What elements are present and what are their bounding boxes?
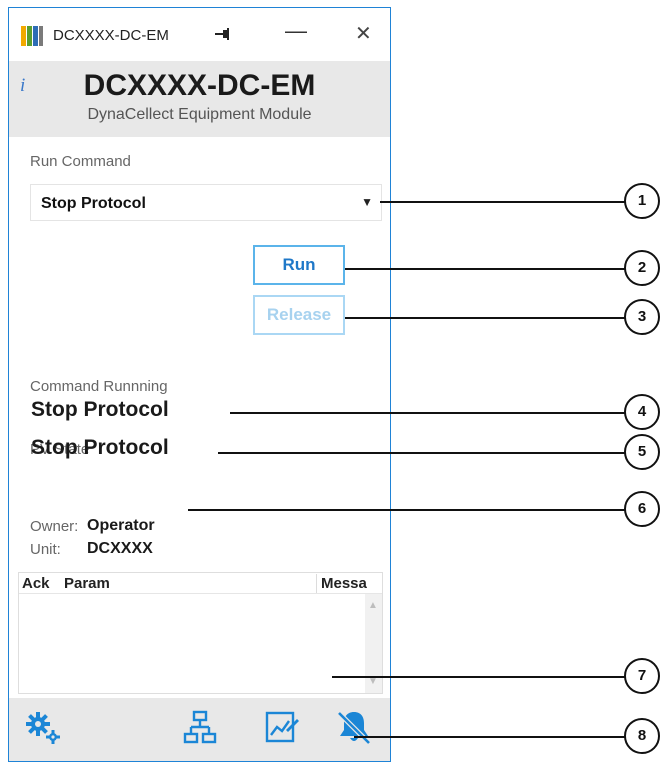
run-command-dropdown[interactable]: Stop Protocol ▼ xyxy=(30,184,382,221)
callout-4: 4 xyxy=(624,394,660,430)
column-ack[interactable]: Ack xyxy=(22,575,50,592)
alarm-off-icon[interactable] xyxy=(335,708,373,746)
app-window: DCXXXX-DC-EM — ✕ i DCXXXX-DC-EM DynaCell… xyxy=(8,7,391,762)
close-button[interactable]: ✕ xyxy=(355,21,372,46)
column-message[interactable]: Messa xyxy=(321,575,381,592)
module-subtitle: DynaCellect Equipment Module xyxy=(87,106,312,123)
run-command-selected: Stop Protocol xyxy=(41,195,146,212)
settings-icon[interactable] xyxy=(26,712,62,744)
command-running-label: Command Runnning xyxy=(30,378,168,395)
release-button[interactable]: Release xyxy=(253,295,345,335)
run-button[interactable]: Run xyxy=(253,245,345,285)
callout-3: 3 xyxy=(624,299,660,335)
callout-line-3 xyxy=(345,317,626,319)
scroll-up-icon[interactable]: ▲ xyxy=(368,600,378,611)
window-title: DCXXXX-DC-EM xyxy=(53,27,169,44)
message-table[interactable]: Ack Param Messa ▲ ▼ xyxy=(18,572,383,694)
column-divider xyxy=(316,574,317,593)
footer-toolbar xyxy=(9,698,390,761)
title-bar[interactable]: DCXXXX-DC-EM — ✕ xyxy=(9,8,390,60)
message-scrollbar[interactable]: ▲ ▼ xyxy=(365,594,382,693)
callout-line-7 xyxy=(332,676,626,678)
callout-8: 8 xyxy=(624,718,660,754)
callout-1: 1 xyxy=(624,183,660,219)
module-header: i DCXXXX-DC-EM DynaCellect Equipment Mod… xyxy=(9,61,390,137)
message-table-header: Ack Param Messa xyxy=(19,573,382,594)
callout-line-1 xyxy=(380,201,626,203)
owner-label: Owner: xyxy=(30,518,79,535)
owner-value: Operator xyxy=(87,517,155,534)
callout-line-6 xyxy=(188,509,626,511)
callout-line-8 xyxy=(354,736,626,738)
run-command-label: Run Command xyxy=(30,153,131,170)
pv-state-value: Stop Protocol xyxy=(31,436,169,459)
app-logo-icon xyxy=(21,26,43,46)
dropdown-arrow-icon[interactable]: ▼ xyxy=(361,195,373,209)
callout-line-2 xyxy=(345,268,626,270)
unit-value: DCXXXX xyxy=(87,540,153,557)
callout-7: 7 xyxy=(624,658,660,694)
callout-line-4 xyxy=(230,412,626,414)
module-title: DCXXXX-DC-EM xyxy=(83,69,316,102)
callout-6: 6 xyxy=(624,491,660,527)
callout-2: 2 xyxy=(624,250,660,286)
callout-line-5 xyxy=(218,452,626,454)
callout-5: 5 xyxy=(624,434,660,470)
chart-edit-icon[interactable] xyxy=(264,710,300,744)
column-param[interactable]: Param xyxy=(64,575,110,592)
unit-label: Unit: xyxy=(30,541,61,558)
minimize-button[interactable]: — xyxy=(285,18,307,44)
pin-icon[interactable] xyxy=(214,27,232,41)
network-icon[interactable] xyxy=(183,710,217,744)
command-running-value: Stop Protocol xyxy=(31,398,169,421)
